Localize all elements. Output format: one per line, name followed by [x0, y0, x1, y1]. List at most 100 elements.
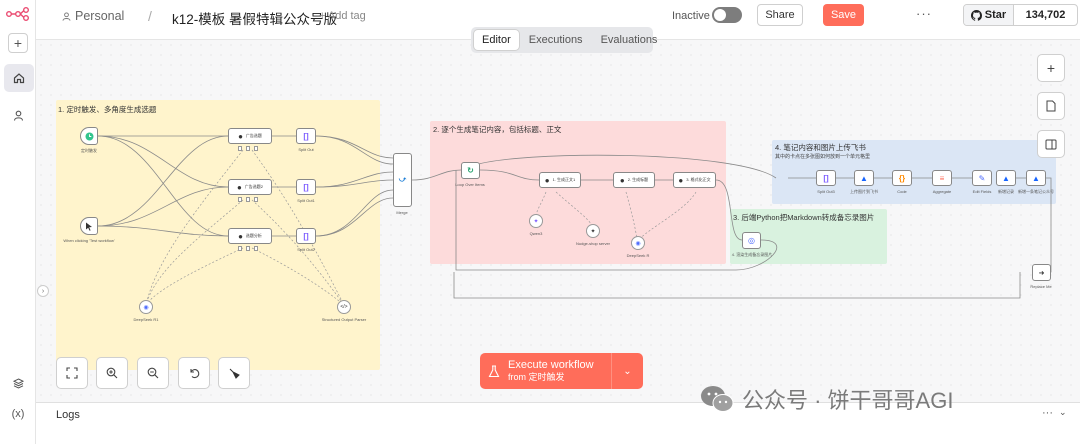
- home-icon[interactable]: [4, 64, 34, 92]
- deepseek-model-label-2: DeepSeek R: [626, 253, 650, 258]
- deepseek-model-node[interactable]: ◉: [139, 300, 153, 314]
- generate-body-node[interactable]: ● 1. 生成正文1: [539, 172, 581, 188]
- loop-over-items-label: Loop Over Items: [455, 182, 485, 187]
- sticky-note-trigger[interactable]: [56, 100, 380, 370]
- qwen-model-node[interactable]: ✦: [529, 214, 543, 228]
- schedule-trigger-label: 定时触发: [81, 148, 97, 153]
- format-body-node[interactable]: ● 3. 格式化正文: [673, 172, 716, 188]
- split-out-node-1[interactable]: []: [296, 128, 316, 144]
- agent-port[interactable]: [254, 246, 258, 251]
- edit-fields-label: Edit Fields: [972, 189, 992, 194]
- feishu-publish-node[interactable]: ▲: [1026, 170, 1046, 186]
- active-toggle[interactable]: [712, 7, 742, 23]
- code-icon: </>: [340, 304, 348, 310]
- output-parser-node[interactable]: </>: [337, 300, 351, 314]
- aggregate-icon: ≡: [939, 173, 945, 183]
- tidy-up-button[interactable]: [218, 357, 250, 389]
- add-button[interactable]: +: [8, 33, 28, 53]
- agent-port[interactable]: [254, 197, 258, 202]
- split-out-label-1: Split Out: [298, 147, 314, 152]
- pencil-icon: ✎: [978, 173, 986, 183]
- n8n-logo[interactable]: [6, 7, 30, 26]
- workflow-canvas[interactable]: 1. 定时触发、多角度生成选题 2. 逐个生成笔记内容，包括标题、正文 3. 后…: [36, 40, 1080, 402]
- execute-workflow-button[interactable]: Execute workflow from 定时触发 ⌄: [480, 353, 643, 389]
- feishu-upload-node[interactable]: ▲: [854, 170, 874, 186]
- agent-port[interactable]: [246, 197, 250, 202]
- code-node[interactable]: {}: [892, 170, 912, 186]
- split-out-node-3[interactable]: []: [296, 228, 316, 244]
- agent-port[interactable]: [238, 146, 242, 151]
- render-image-node[interactable]: ◎: [742, 232, 761, 249]
- sticky-note-button[interactable]: [1037, 92, 1065, 120]
- split-out-node-2[interactable]: []: [296, 179, 316, 195]
- flask-icon: [488, 364, 500, 377]
- agent-node-3[interactable]: ● 选题分析: [228, 228, 272, 244]
- edit-fields-node[interactable]: ✎: [972, 170, 992, 186]
- reset-zoom-button[interactable]: [178, 357, 210, 389]
- tool-node[interactable]: ✦: [586, 224, 600, 238]
- schedule-trigger-node[interactable]: [80, 127, 98, 145]
- tab-evaluations[interactable]: Evaluations: [593, 30, 666, 50]
- agent-port[interactable]: [238, 246, 242, 251]
- github-icon: [970, 9, 982, 21]
- fit-view-icon: [66, 367, 78, 379]
- agent-node-1[interactable]: ● 广告选题: [228, 128, 272, 144]
- chevron-down-icon[interactable]: ⌄: [1059, 407, 1067, 418]
- breadcrumb[interactable]: Personal: [62, 9, 124, 23]
- deepseek-model-node-2[interactable]: ◉: [631, 236, 645, 250]
- merge-node[interactable]: ⤻: [393, 153, 412, 207]
- save-button[interactable]: Save: [823, 4, 864, 26]
- globe-icon: ◎: [748, 236, 755, 245]
- expand-sidebar-button[interactable]: ›: [37, 285, 49, 297]
- agent-port[interactable]: [246, 146, 250, 151]
- aggregate-label: Aggregate: [932, 189, 952, 194]
- agent-port[interactable]: [246, 246, 250, 251]
- logs-more-button[interactable]: ···: [1042, 407, 1053, 419]
- cursor-icon: [86, 222, 92, 231]
- variables-icon[interactable]: (x): [9, 405, 27, 423]
- robot-icon: ●: [236, 182, 242, 192]
- code-label: Code: [897, 189, 907, 194]
- feishu-split-node[interactable]: []: [816, 170, 836, 186]
- watermark-text: 公众号 · 饼干哥哥AGI: [742, 388, 954, 413]
- deepseek-icon: ◉: [635, 240, 641, 247]
- templates-icon[interactable]: [9, 374, 27, 392]
- user-icon[interactable]: [9, 106, 27, 124]
- zoom-to-fit-button[interactable]: [56, 357, 88, 389]
- robot-icon: ●: [678, 175, 684, 185]
- share-button[interactable]: Share: [757, 4, 803, 26]
- split-icon: []: [303, 231, 309, 241]
- aggregate-node[interactable]: ≡: [932, 170, 952, 186]
- workflow-name[interactable]: k12-模板 暑假特辑公众号版: [172, 8, 337, 28]
- zoom-in-button[interactable]: [96, 357, 128, 389]
- deepseek-model-label: DeepSeek R1: [133, 317, 159, 322]
- execute-workflow-label: Execute workflow: [508, 359, 594, 371]
- feishu-upload-label: 上传图片到飞书: [850, 189, 878, 194]
- feishu-icon: ▲: [1002, 173, 1010, 183]
- loop-over-items-node[interactable]: ↻: [461, 162, 480, 179]
- sticky-note-feishu-title: 4. 笔记内容和图片上传飞书: [775, 143, 866, 152]
- agent-port[interactable]: [254, 146, 258, 151]
- sticky-note-render-title: 3. 后端Python把Markdown转成备忘录图片: [733, 213, 875, 222]
- more-options-button[interactable]: ···: [916, 6, 932, 21]
- feishu-icon: ▲: [860, 173, 868, 183]
- zoom-out-button[interactable]: [137, 357, 169, 389]
- render-image-label: 4. 渲染生成备忘录图片: [731, 252, 773, 257]
- tab-executions[interactable]: Executions: [521, 30, 591, 50]
- feishu-add-record-label: 新增记录: [998, 189, 1014, 194]
- add-tag-button[interactable]: + Add tag: [319, 10, 366, 22]
- toggle-panel-button[interactable]: [1037, 130, 1065, 158]
- generate-title-node[interactable]: ● 2. 生成标题: [613, 172, 655, 188]
- feishu-add-record-node[interactable]: ▲: [996, 170, 1016, 186]
- manual-trigger-node[interactable]: [80, 217, 98, 235]
- agent-port[interactable]: [238, 197, 242, 202]
- manual-trigger-label: When clicking 'Test workflow': [63, 238, 115, 243]
- execute-dropdown-button[interactable]: ⌄: [612, 353, 643, 389]
- wechat-icon: [701, 386, 734, 412]
- project-name[interactable]: Personal: [75, 9, 124, 23]
- agent-node-2[interactable]: ● 广告选题2: [228, 179, 272, 195]
- add-node-button[interactable]: +: [1037, 54, 1065, 82]
- tab-editor[interactable]: Editor: [474, 30, 519, 50]
- github-star-button[interactable]: Star 134,702: [963, 4, 1078, 26]
- replace-me-node[interactable]: ➜: [1032, 264, 1051, 281]
